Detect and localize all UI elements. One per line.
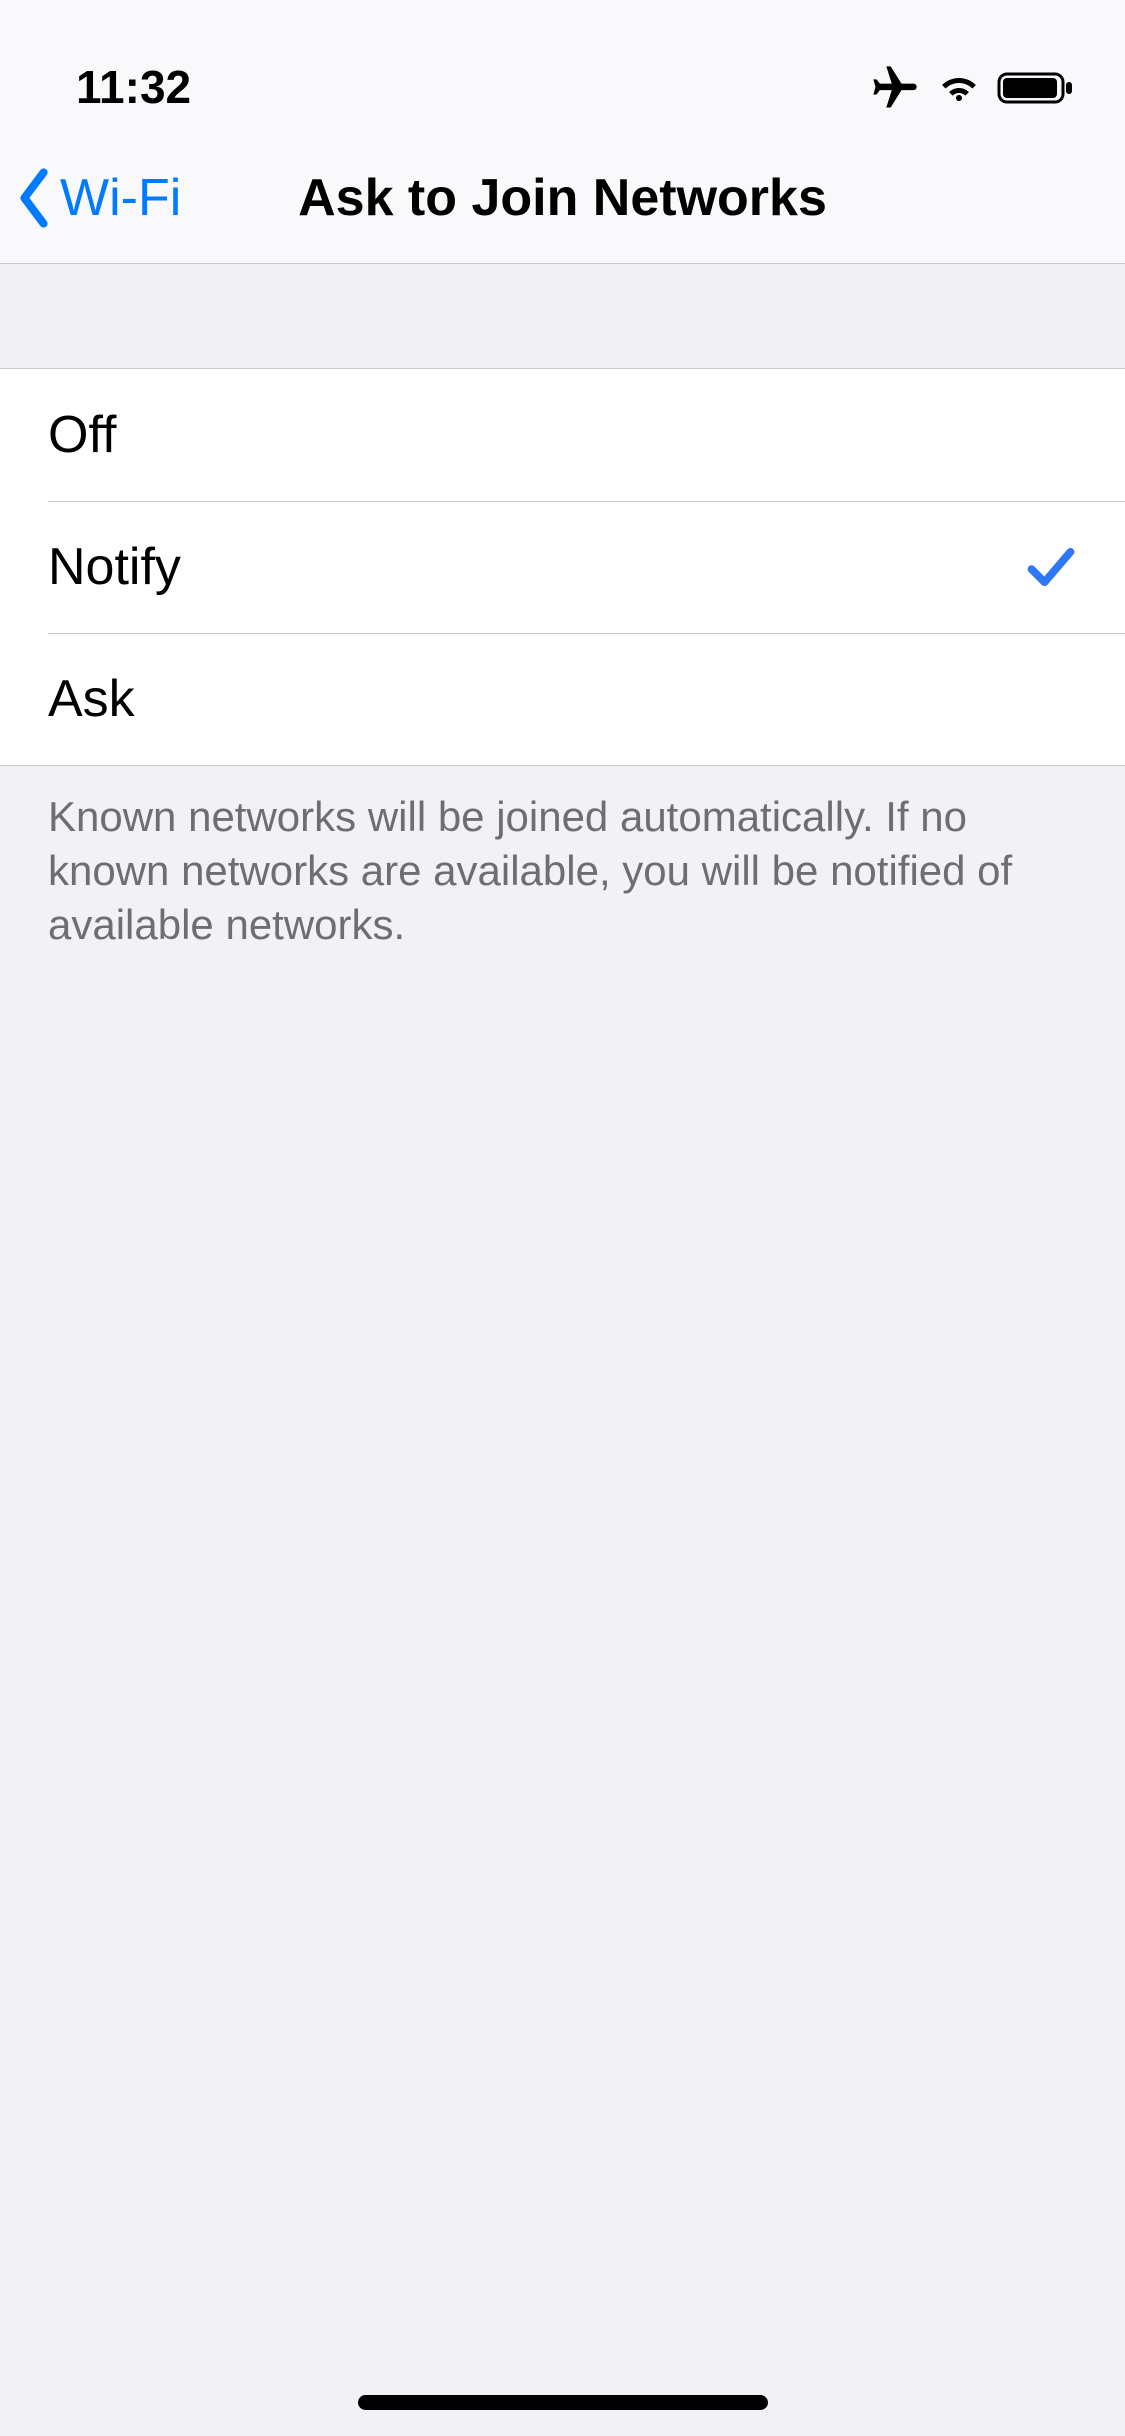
airplane-mode-icon	[869, 62, 921, 114]
option-label: Off	[48, 405, 116, 465]
battery-icon	[997, 68, 1077, 108]
options-list: Off Notify Ask	[0, 368, 1125, 766]
chevron-left-icon	[14, 166, 54, 230]
checkmark-icon	[1025, 541, 1077, 593]
option-label: Notify	[48, 537, 181, 597]
back-button[interactable]: Wi-Fi	[14, 166, 181, 230]
list-spacer	[0, 264, 1125, 368]
option-label: Ask	[48, 669, 135, 729]
option-ask[interactable]: Ask	[0, 633, 1125, 765]
status-time: 11:32	[48, 60, 191, 114]
back-label: Wi-Fi	[60, 168, 181, 228]
home-indicator	[358, 2395, 768, 2410]
option-off[interactable]: Off	[0, 369, 1125, 501]
option-notify[interactable]: Notify	[0, 501, 1125, 633]
status-icons	[869, 62, 1077, 114]
wifi-icon	[935, 64, 983, 112]
footer-note: Known networks will be joined automatica…	[0, 766, 1125, 975]
navigation-bar: Wi-Fi Ask to Join Networks	[0, 132, 1125, 264]
page-title: Ask to Join Networks	[298, 168, 827, 228]
status-bar: 11:32	[0, 0, 1125, 132]
